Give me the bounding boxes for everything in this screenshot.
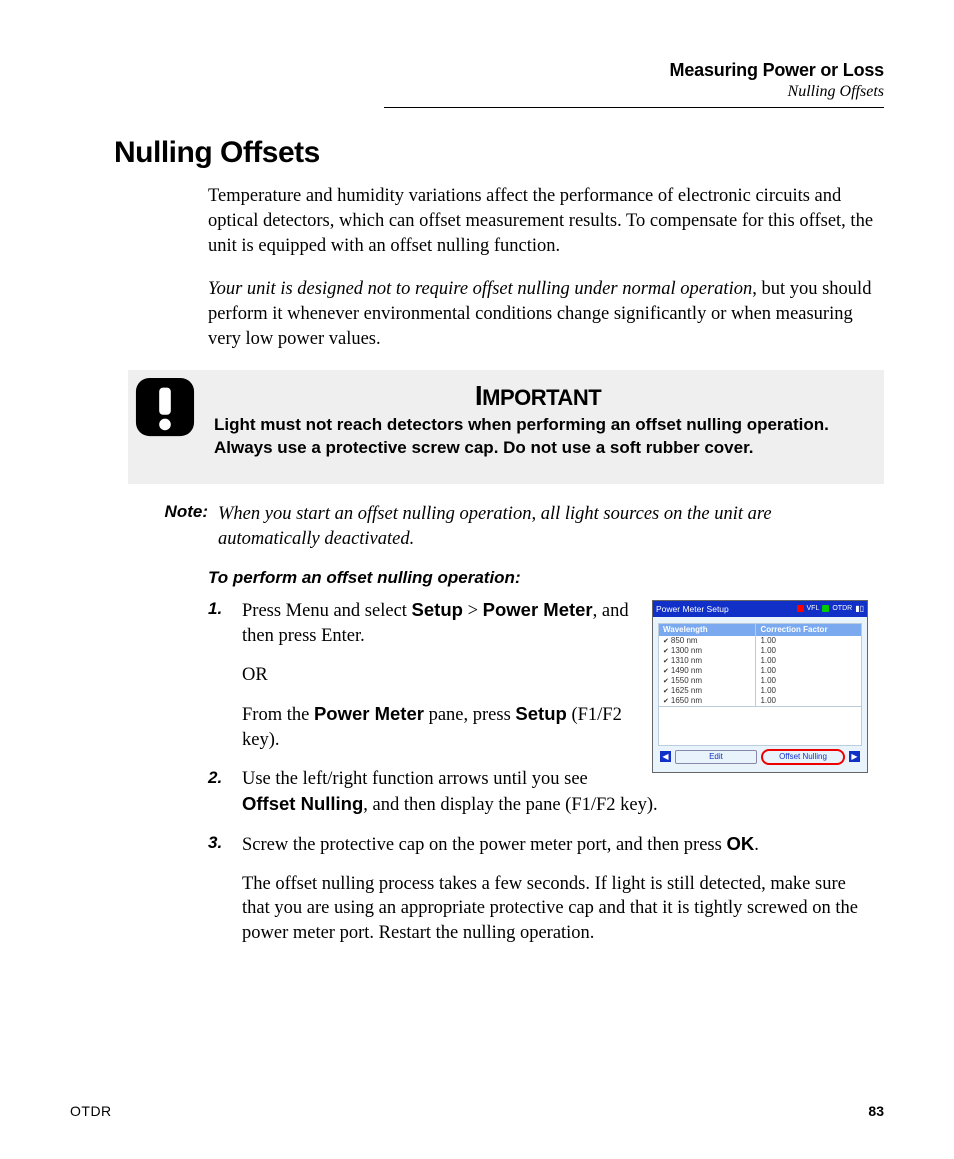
note-block: Note: When you start an offset nulling o…: [128, 502, 876, 552]
right-arrow-icon[interactable]: ▶: [849, 751, 860, 762]
page-number: 83: [868, 1103, 884, 1119]
important-icon: [134, 376, 196, 438]
header-chapter: Measuring Power or Loss: [70, 60, 884, 81]
step-1: Press Menu and select Setup > Power Mete…: [208, 598, 876, 753]
page-title: Nulling Offsets: [114, 136, 884, 170]
step-2: Use the left/right function arrows until…: [208, 767, 876, 818]
step-3: Screw the protective cap on the power me…: [208, 832, 876, 947]
header-section: Nulling Offsets: [70, 83, 884, 101]
note-label: Note:: [128, 502, 218, 552]
intro-paragraph-1: Temperature and humidity variations affe…: [208, 184, 876, 259]
important-callout: IMPORTANT Light must not reach detectors…: [128, 370, 884, 484]
important-title: IMPORTANT: [214, 380, 862, 412]
header-rule: [384, 107, 884, 108]
note-text: When you start an offset nulling operati…: [218, 502, 876, 552]
intro-paragraph-2: Your unit is designed not to require off…: [208, 277, 876, 352]
procedure-title: To perform an offset nulling operation:: [208, 568, 876, 588]
footer-product: OTDR: [70, 1103, 112, 1119]
important-text: Light must not reach detectors when perf…: [214, 414, 862, 460]
left-arrow-icon[interactable]: ◀: [660, 751, 671, 762]
